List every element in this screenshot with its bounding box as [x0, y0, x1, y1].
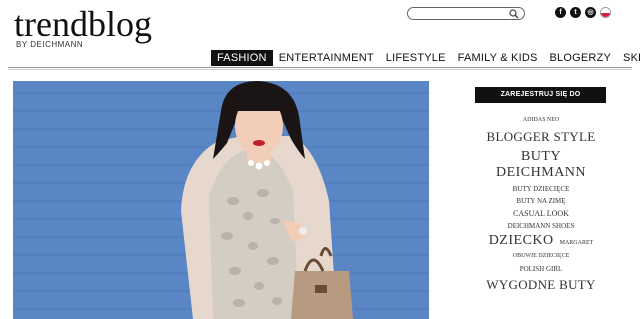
nav-item-family-kids[interactable]: FAMILY & KIDS [452, 50, 544, 66]
nav-item-fashion[interactable]: FASHION [211, 50, 273, 66]
site-logo[interactable]: trendblog BY DEICHMANN [14, 6, 152, 49]
facebook-icon[interactable]: f [555, 7, 566, 18]
header-divider [8, 67, 632, 68]
tag-row: DZIECKO MARGARET [476, 233, 606, 253]
search-icon[interactable] [509, 9, 519, 19]
search-input[interactable] [414, 8, 508, 19]
tag-link[interactable]: OBUWIE DZIECIĘCE [476, 253, 606, 259]
search-box[interactable] [407, 7, 525, 20]
tag-link[interactable]: BUTY NA ZIMĘ [476, 197, 606, 205]
main-nav: FASHION ENTERTAINMENT LIFESTYLE FAMILY &… [211, 50, 640, 66]
tag-link[interactable]: BUTY DZIECIĘCE [476, 185, 606, 193]
tag-link[interactable]: POLISH GIRL [476, 265, 606, 273]
tag-cloud: ADIDAS NEO BLOGGER STYLE BUTY DEICHMANN … [476, 117, 606, 297]
newsletter-button[interactable]: ZAREJESTRUJ SIĘ DO NEWSLETTERA [475, 87, 606, 114]
nav-item-blogerzy[interactable]: BLOGERZY [544, 50, 618, 66]
tag-link[interactable]: BLOGGER STYLE [476, 129, 606, 145]
tag-link[interactable]: BUTY DEICHMANN [476, 149, 606, 181]
nav-item-entertainment[interactable]: ENTERTAINMENT [273, 50, 380, 66]
hero-image[interactable] [13, 81, 429, 319]
twitter-icon[interactable]: t [570, 7, 581, 18]
flag-poland-icon[interactable] [600, 7, 611, 18]
logo-title: trendblog [14, 4, 152, 44]
instagram-icon[interactable]: ◎ [585, 7, 596, 18]
tag-link[interactable]: ADIDAS NEO [476, 117, 606, 123]
social-links: f t ◎ [555, 7, 611, 18]
header-divider-secondary [8, 69, 632, 70]
tag-link[interactable]: WYGODNE BUTY [476, 277, 606, 293]
hero-photo [13, 81, 429, 319]
tag-link[interactable]: DZIECKO [489, 233, 554, 249]
tag-link[interactable]: DEICHMANN SHOES [476, 222, 606, 230]
nav-item-sklep[interactable]: SKLEP [617, 50, 640, 66]
nav-item-lifestyle[interactable]: LIFESTYLE [380, 50, 452, 66]
tag-link[interactable]: CASUAL LOOK [476, 209, 606, 218]
tag-link[interactable]: MARGARET [560, 240, 594, 246]
